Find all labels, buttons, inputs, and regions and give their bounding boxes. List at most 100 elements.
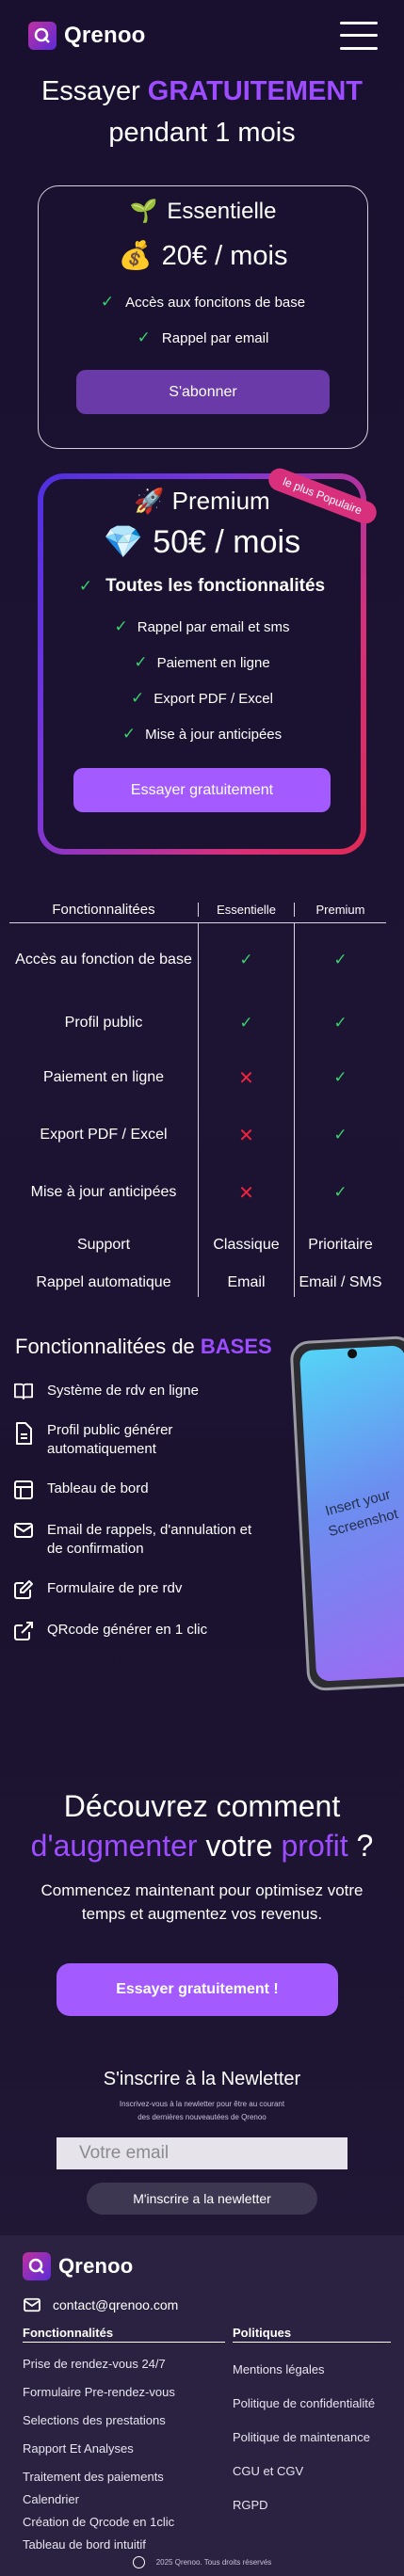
discover-accent-2: profit xyxy=(281,1829,348,1863)
check-icon: ✓ xyxy=(333,1068,347,1086)
cell-premium: ✓ xyxy=(294,997,386,1048)
cell-essentielle: ✓ xyxy=(198,923,294,997)
plan-price-label: 20€ / mois xyxy=(161,240,288,271)
list-item: Formulaire de pre rdv xyxy=(13,1579,267,1600)
table-row: Rappel automatique Email Email / SMS xyxy=(9,1269,386,1297)
list-item: Tableau de bord xyxy=(13,1480,267,1500)
footer-brand-name: Qrenoo xyxy=(58,2254,134,2278)
row-feature: Accès au fonction de base xyxy=(15,952,192,968)
footer-link[interactable]: Prise de rendez-vous 24/7 xyxy=(23,2357,225,2371)
footer-link[interactable]: Tableau de bord intuitif xyxy=(23,2537,225,2552)
discover-title-line1: Découvrez comment xyxy=(63,1789,341,1823)
seedling-icon: 🌱 xyxy=(129,199,158,224)
bases-title-plain: Fonctionnalitées de xyxy=(15,1335,201,1358)
plan-name-label: Essentielle xyxy=(167,198,277,224)
footer-link[interactable]: CGU et CGV xyxy=(233,2464,391,2478)
cell-premium: ✓ xyxy=(294,1107,386,1163)
dashboard-icon xyxy=(14,1480,33,1499)
cell-essentielle: Email xyxy=(198,1269,294,1297)
cross-icon: ✕ xyxy=(238,1067,254,1089)
list-item-label: Formulaire de pre rdv xyxy=(47,1580,183,1596)
discover-section: Découvrez comment d'augmenter votre prof… xyxy=(0,1786,404,2016)
footer-link[interactable]: Formulaire Pre-rendez-vous xyxy=(23,2385,225,2399)
page: Qrenoo Essayer GRATUITEMENT pendant 1 mo… xyxy=(0,0,404,2576)
footer-link[interactable]: Création de Qrcode en 1clic xyxy=(23,2515,225,2529)
check-icon: ✓ xyxy=(121,725,137,743)
footer-logo[interactable]: Qrenoo xyxy=(23,2252,391,2280)
hero-subtitle: pendant 1 mois xyxy=(108,118,296,148)
footer-col-features: Fonctionnalités Prise de rendez-vous 24/… xyxy=(23,2326,225,2552)
cell-essentielle: ✕ xyxy=(198,1107,294,1163)
footer-link[interactable]: Traitement des paiements xyxy=(23,2470,225,2484)
footer-contact[interactable]: contact@qrenoo.com xyxy=(23,2297,391,2312)
try-free-button[interactable]: Essayer gratuitement xyxy=(73,768,331,812)
logo[interactable]: Qrenoo xyxy=(28,21,146,50)
list-item-label: Système de rdv en ligne xyxy=(47,1383,199,1399)
discover-title-middle: votre xyxy=(197,1829,282,1863)
footer-link[interactable]: RGPD xyxy=(233,2498,391,2512)
row-feature: Profil public xyxy=(64,1014,143,1031)
document-icon xyxy=(16,1422,32,1445)
cell-premium: Email / SMS xyxy=(294,1269,386,1297)
footer-link[interactable]: Politique de maintenance xyxy=(233,2430,391,2444)
list-item-label: Tableau de bord xyxy=(47,1480,149,1496)
cell-premium: ✓ xyxy=(294,923,386,997)
discover-title-end: ? xyxy=(347,1829,374,1863)
footer-link[interactable]: Politique de confidentialité xyxy=(233,2396,391,2410)
comparison-table: Fonctionnalitées Essentielle Premium Acc… xyxy=(9,897,386,1297)
cell-essentielle: ✕ xyxy=(198,1163,294,1222)
newsletter-title: S'inscrire à la Newletter xyxy=(103,2069,301,2089)
plan-price-label: 50€ / mois xyxy=(153,523,301,560)
footer: Qrenoo contact@qrenoo.com Fonctionnalité… xyxy=(0,2235,404,2576)
footer-col-title: Politiques xyxy=(233,2326,391,2343)
footer-link[interactable]: Calendrier xyxy=(23,2492,225,2506)
table-row: Accès au fonction de base ✓ ✓ xyxy=(9,923,386,997)
plan-card-premium: 🚀 Premium 💎 50€ / mois ✓ Toutes les fonc… xyxy=(38,465,380,855)
subscribe-button[interactable]: S'abonner xyxy=(76,370,330,414)
hero-title-accent: GRATUITEMENT xyxy=(147,76,364,106)
newsletter-subscribe-button[interactable]: M'inscrire a la newletter xyxy=(87,2183,317,2215)
cell-essentielle: Classique xyxy=(198,1222,294,1269)
check-icon: ✓ xyxy=(78,577,93,595)
phone-screen: Insert your Screenshot xyxy=(299,1345,404,1682)
list-item-label: Email de rappels, d'annulation et de con… xyxy=(47,1522,252,1557)
footer-columns: Fonctionnalités Prise de rendez-vous 24/… xyxy=(23,2326,391,2552)
qrenoo-logo-icon xyxy=(28,21,57,50)
money-bag-icon: 💰 xyxy=(118,241,153,271)
cell-essentielle: ✓ xyxy=(198,997,294,1048)
list-item-label: QRcode générer en 1 clic xyxy=(47,1622,208,1638)
plan-feature-label: Rappel par email et sms xyxy=(137,618,290,635)
check-icon: ✓ xyxy=(100,293,115,311)
hero-title: Essayer GRATUITEMENT pendant 1 mois xyxy=(0,71,404,153)
check-icon: ✓ xyxy=(333,1126,347,1144)
hero-title-plain: Essayer xyxy=(40,76,148,106)
footer-link[interactable]: Rapport Et Analyses xyxy=(23,2441,225,2456)
try-free-cta-button[interactable]: Essayer gratuitement ! xyxy=(57,1963,338,2016)
email-field[interactable] xyxy=(57,2137,347,2169)
book-icon xyxy=(13,1383,33,1400)
plan-feature: ✓ Mise à jour anticipées xyxy=(43,725,361,744)
list-item-label: Profil public générer automatiquement xyxy=(47,1422,173,1457)
copyright: 2025 Qrenoo. Tous droits réservés xyxy=(0,2556,404,2568)
external-link-icon xyxy=(14,1622,33,1640)
table-header: Fonctionnalitées Essentielle Premium xyxy=(9,897,386,923)
row-feature: Mise à jour anticipées xyxy=(30,1184,177,1200)
discover-title: Découvrez comment d'augmenter votre prof… xyxy=(0,1786,404,1865)
rocket-icon: 🚀 xyxy=(134,487,165,515)
list-item: Profil public générer automatiquement xyxy=(13,1421,267,1459)
footer-col-title: Fonctionnalités xyxy=(23,2326,225,2343)
cell-premium: Prioritaire xyxy=(294,1222,386,1269)
check-icon: ✓ xyxy=(239,951,253,968)
newsletter-section: S'inscrire à la Newletter Inscrivez-vous… xyxy=(0,2069,404,2215)
table-row: Profil public ✓ ✓ xyxy=(9,997,386,1048)
footer-link[interactable]: Selections des prestations xyxy=(23,2413,225,2427)
column-header-essentielle: Essentielle xyxy=(198,903,294,917)
plan-name: 🌱 Essentielle xyxy=(39,198,367,225)
hamburger-menu-icon[interactable] xyxy=(340,21,378,50)
cell-premium: ✓ xyxy=(294,1163,386,1222)
list-item: Email de rappels, d'annulation et de con… xyxy=(13,1521,267,1559)
plan-feature: ✓ Rappel par email xyxy=(39,328,367,347)
plan-feature-label: Paiement en ligne xyxy=(156,654,270,671)
table-row: Paiement en ligne ✕ ✓ xyxy=(9,1048,386,1107)
footer-link[interactable]: Mentions légales xyxy=(233,2362,391,2376)
